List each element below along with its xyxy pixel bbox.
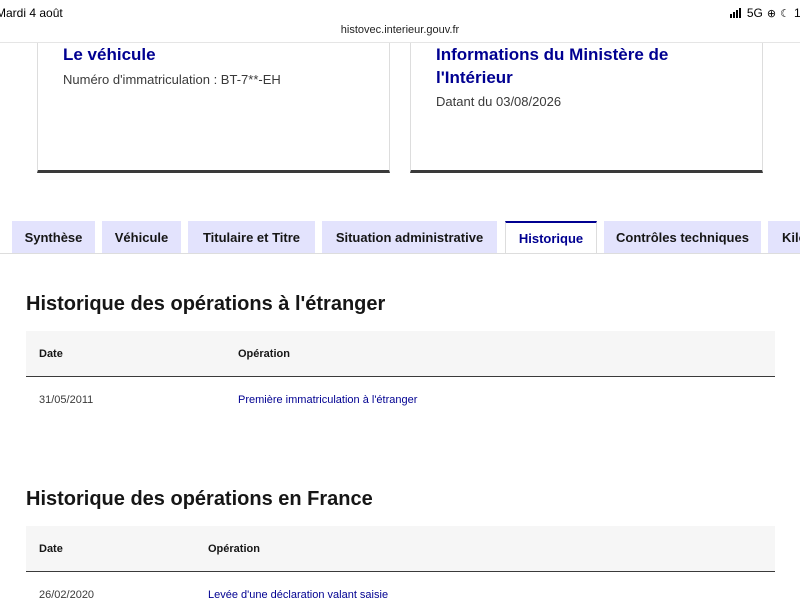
tab-vehicule[interactable]: Véhicule: [102, 221, 181, 254]
status-bar: Mardi 4 août 5G ⊕ ☾ 100: [0, 0, 800, 22]
table-row: 31/05/2011 Première immatriculation à l'…: [26, 377, 775, 423]
tab-situation-administrative[interactable]: Situation administrative: [322, 221, 497, 254]
column-header-date: Date: [39, 542, 63, 555]
france-history-table: Date Opération 26/02/2020 Levée d'une dé…: [26, 526, 775, 600]
status-indicators: 5G ⊕ ☾ 100: [729, 6, 800, 20]
row-date: 26/02/2020: [39, 589, 95, 600]
row-operation: Levée d'une déclaration valant saisie: [208, 589, 389, 600]
address-bar-url[interactable]: histovec.interieur.gouv.fr: [0, 24, 800, 36]
ministry-card-date: Datant du 03/08/2026: [436, 94, 562, 109]
tab-bar: Synthèse Véhicule Titulaire et Titre Sit…: [0, 221, 800, 254]
tab-synthese[interactable]: Synthèse: [12, 221, 95, 254]
signal-icon: [729, 8, 741, 18]
registration-number: Numéro d'immatriculation : BT-7**-EH: [63, 72, 281, 87]
france-history-title: Historique des opérations en France: [26, 488, 373, 510]
tab-titulaire-titre[interactable]: Titulaire et Titre: [188, 221, 315, 254]
status-date: Mardi 4 août: [0, 6, 63, 20]
tab-kilometrage[interactable]: Kilométrage: [768, 221, 800, 254]
column-header-operation: Opération: [238, 347, 290, 360]
column-header-operation: Opération: [208, 542, 260, 555]
vehicle-card: Le véhicule Numéro d'immatriculation : B…: [37, 43, 390, 173]
tab-controles-techniques[interactable]: Contrôles techniques: [604, 221, 761, 254]
table-row: 26/02/2020 Levée d'une déclaration valan…: [26, 572, 775, 600]
ministry-card-title: Informations du Ministère de l'Intérieur: [436, 45, 669, 87]
foreign-history-table: Date Opération 31/05/2011 Première immat…: [26, 331, 775, 423]
row-date: 31/05/2011: [39, 394, 94, 406]
column-header-date: Date: [39, 347, 63, 360]
foreign-history-title: Historique des opérations à l'étranger: [26, 293, 386, 315]
tab-panel-border: [0, 253, 800, 254]
tab-historique[interactable]: Historique: [505, 221, 597, 254]
location-icon: ⊕: [766, 7, 777, 20]
moon-icon: ☾: [780, 7, 790, 20]
ministry-card: Informations du Ministère de l'Intérieur…: [410, 43, 763, 173]
vehicle-card-title: Le véhicule: [63, 45, 156, 64]
row-operation: Première immatriculation à l'étranger: [238, 394, 418, 406]
network-label: 5G: [746, 6, 763, 20]
battery-label: 100: [793, 6, 800, 20]
table-header: Date Opération: [26, 331, 775, 377]
table-header: Date Opération: [26, 526, 775, 572]
